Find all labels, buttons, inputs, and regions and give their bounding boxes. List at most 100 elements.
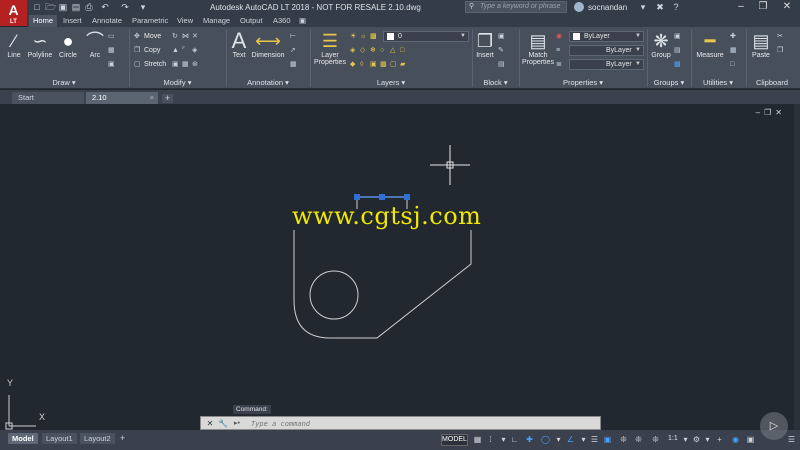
save-icon[interactable]: ▣ (58, 2, 68, 12)
help-icon[interactable]: ? (671, 2, 681, 12)
tab-view[interactable]: View (173, 15, 197, 27)
layer-dropdown[interactable]: 0 ▼ (383, 31, 469, 42)
layout-tab-layout2[interactable]: Layout2 (80, 433, 115, 444)
leader-tool[interactable]: ➚ (290, 45, 300, 57)
tab-output[interactable]: Output (236, 15, 267, 27)
arc-tool[interactable]: ⌒ Arc (85, 30, 105, 59)
search-input[interactable]: ⚲ Type a keyword or phrase (465, 1, 567, 13)
linetype-dropdown[interactable]: ByLayer ▼ (569, 45, 644, 56)
tab-start[interactable]: Start (12, 92, 84, 104)
snap-dropdown-icon[interactable]: ▾ (498, 434, 509, 445)
print-icon[interactable]: ⎙ (84, 2, 94, 12)
draw-panel-title[interactable]: Draw ▾ (0, 77, 128, 88)
tab-annotate[interactable]: Annotate (88, 15, 126, 27)
layout-tab-model[interactable]: Model (8, 433, 38, 444)
group-button[interactable]: ❋ Group (650, 30, 672, 59)
tab-parametric[interactable]: Parametric (128, 15, 172, 27)
close-command-icon[interactable]: ✕ (204, 418, 216, 429)
quick-calc-tool[interactable]: ▦ (730, 45, 740, 57)
layout-tab-layout1[interactable]: Layout1 (42, 433, 77, 444)
select-all-tool[interactable]: □ (730, 59, 740, 71)
customize-status-icon[interactable]: ☰ (786, 434, 797, 445)
customize-command-icon[interactable]: 🔧 (217, 418, 229, 429)
stretch-tool[interactable]: ▢ Stretch (134, 59, 166, 71)
dimension-tool[interactable]: ⟷ Dimension (251, 30, 285, 59)
polar-icon[interactable]: ✚ (524, 434, 535, 445)
rotate-tool[interactable]: ↻ ⋈ ✕ (172, 31, 202, 43)
workspace-gear-icon[interactable]: ⚙ (691, 434, 702, 445)
selection-cycling-icon[interactable]: ▣ (602, 434, 613, 445)
otrack-icon[interactable]: ∠ (565, 434, 576, 445)
modify-panel-title[interactable]: Modify ▾ (130, 77, 225, 88)
fullscreen-icon[interactable]: ▣ (745, 434, 756, 445)
cut-tool[interactable]: ✂ (777, 31, 787, 43)
copy-clip-tool[interactable]: ❐ (777, 45, 787, 57)
osnap-dropdown-icon[interactable]: ▾ (553, 434, 564, 445)
create-block-tool[interactable]: ▣ (498, 31, 508, 43)
layer-tools-row2[interactable]: ◆ ◊ ▣ ▩ ▢ ▰ (350, 59, 410, 71)
tab-a360[interactable]: A360 (269, 15, 295, 27)
layer-tools-row1[interactable]: ◈ ◇ ❄ ○ △ □ (350, 45, 410, 57)
scale-tool[interactable]: ▣ ▦ ⊛ (172, 59, 202, 71)
redo-icon[interactable]: ↷ (120, 2, 130, 12)
ungroup-tool[interactable]: ▣ (674, 31, 684, 43)
customize-icon[interactable]: ▾ (138, 2, 148, 12)
layer-properties-button[interactable]: ☰ Layer Properties (313, 30, 347, 66)
save-as-icon[interactable]: ▤ (71, 2, 81, 12)
paste-button[interactable]: ▤ Paste (749, 30, 773, 59)
otrack-dropdown-icon[interactable]: ▾ (578, 434, 589, 445)
line-tool[interactable]: ∕ Line (4, 30, 24, 59)
hatch-tool[interactable]: ▦ (108, 45, 118, 57)
utilities-panel-title[interactable]: Utilities ▾ (692, 77, 744, 88)
ortho-icon[interactable]: ∟ (509, 434, 520, 445)
new-tab-button[interactable]: + (162, 94, 173, 103)
group-edit-tool[interactable]: ▤ (674, 45, 684, 57)
layer-state-icons[interactable]: ☀ ☼ ▩ (350, 31, 380, 43)
mirror-tool[interactable]: ▲ ⌜ ◈ (172, 45, 202, 57)
clipboard-panel-title[interactable]: Clipboard (747, 77, 797, 88)
polyline-tool[interactable]: ∽ Polyline (26, 30, 54, 59)
rectangle-tool[interactable]: ▭ (108, 31, 118, 43)
open-icon[interactable]: 🗁 (45, 2, 56, 12)
color-dropdown[interactable]: ByLayer ▼ (569, 31, 644, 42)
close-button[interactable]: ✕ (776, 0, 798, 15)
command-input[interactable] (251, 418, 591, 429)
match-properties-button[interactable]: ▤ Match Properties (521, 30, 555, 66)
app-menu-button[interactable]: A LT (0, 0, 27, 26)
insert-block-button[interactable]: ❐ Insert (474, 30, 496, 59)
drawing-canvas[interactable]: –❐✕ Y X www.cgtsj.com (0, 104, 800, 430)
workspace-dropdown-icon[interactable]: ▾ (702, 434, 713, 445)
layers-panel-title[interactable]: Layers ▾ (311, 77, 471, 88)
lineweight-toggle-icon[interactable]: ☰ (589, 434, 600, 445)
minimize-button[interactable]: – (730, 0, 752, 15)
scale-dropdown-icon[interactable]: ▾ (680, 434, 691, 445)
annotation-scale-icon[interactable]: ❊ (633, 434, 644, 445)
tab-drawing[interactable]: 2.10 × (86, 92, 158, 104)
properties-panel-title[interactable]: Properties ▾ (520, 77, 646, 88)
osnap-icon[interactable]: ◯ (540, 434, 551, 445)
edit-block-tool[interactable]: ✎ (498, 45, 508, 57)
region-tool[interactable]: ▣ (108, 59, 118, 71)
add-layout-button[interactable]: + (120, 434, 125, 443)
grid-icon[interactable]: ▦ (472, 434, 483, 445)
group-select-tool[interactable]: ▩ (674, 59, 684, 71)
copy-tool[interactable]: ❐ Copy (134, 45, 160, 57)
isolate-objects-icon[interactable]: ◉ (730, 434, 741, 445)
groups-panel-title[interactable]: Groups ▾ (648, 77, 690, 88)
new-file-icon[interactable]: □ (32, 2, 42, 12)
lineweight-dropdown[interactable]: ByLayer ▼ (569, 59, 644, 70)
user-name[interactable]: socnandan (588, 3, 627, 12)
annotation-scale-value[interactable]: 1:1 (668, 435, 678, 442)
auto-scale-icon[interactable]: ❊ (650, 434, 661, 445)
dropdown-icon[interactable]: ▾ (638, 2, 648, 12)
table-tool[interactable]: ▦ (290, 59, 300, 71)
circle-tool[interactable]: ● Circle (57, 30, 79, 59)
id-point-tool[interactable]: ✚ (730, 31, 740, 43)
model-space-toggle[interactable]: MODEL (441, 434, 468, 446)
move-tool[interactable]: ✥ Move (134, 31, 161, 43)
tab-home[interactable]: Home (29, 15, 58, 27)
tab-options-icon[interactable]: ▣ (297, 15, 308, 27)
user-avatar-icon[interactable] (574, 2, 584, 12)
tab-insert[interactable]: Insert (59, 15, 86, 27)
snap-icon[interactable]: ⁞ (485, 434, 496, 445)
